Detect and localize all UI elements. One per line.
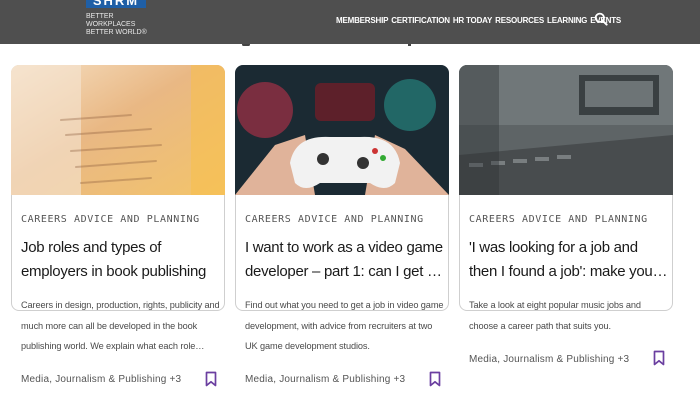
card-category: CAREERS ADVICE AND PLANNING xyxy=(21,214,200,225)
book-pages-photo xyxy=(11,65,225,195)
bookmark-icon[interactable] xyxy=(205,371,217,387)
main-nav: MEMBERSHIP CERTIFICATION HR TODAY RESOUR… xyxy=(336,13,624,27)
shrm-logo[interactable]: SHRM BETTER WORKPLACES BETTER WORLD® xyxy=(86,0,148,36)
card-tags[interactable]: Media, Journalism & Publishing +3 xyxy=(469,354,629,365)
card-tags[interactable]: Media, Journalism & Publishing +3 xyxy=(245,374,405,385)
card-title[interactable]: Job roles and types of employers in book… xyxy=(21,236,221,284)
card-category: CAREERS ADVICE AND PLANNING xyxy=(245,214,424,225)
site-header: SHRM BETTER WORKPLACES BETTER WORLD® MEM… xyxy=(0,0,700,44)
nav-membership[interactable]: MEMBERSHIP xyxy=(336,16,388,25)
search-icon[interactable] xyxy=(594,12,608,26)
music-studio-photo xyxy=(459,65,673,195)
nav-learning[interactable]: LEARNING xyxy=(547,16,587,25)
card-description: Find out what you need to get a job in v… xyxy=(245,300,444,351)
bookmark-icon[interactable] xyxy=(429,371,441,387)
bookmark-icon[interactable] xyxy=(653,350,665,366)
card-title[interactable]: I want to work as a video game developer… xyxy=(245,236,445,284)
nav-certification[interactable]: CERTIFICATION xyxy=(391,16,450,25)
nav-resources[interactable]: RESOURCES xyxy=(495,16,544,25)
card-category: CAREERS ADVICE AND PLANNING xyxy=(469,214,648,225)
logo-tagline: BETTER WORKPLACES BETTER WORLD® xyxy=(86,13,147,36)
card-tags[interactable]: Media, Journalism & Publishing +3 xyxy=(21,374,181,385)
nav-hr-today[interactable]: HR TODAY xyxy=(453,16,493,25)
card-description: Take a look at eight popular music jobs … xyxy=(469,300,641,331)
card-description: Careers in design, production, rights, p… xyxy=(21,300,220,351)
game-controller-photo xyxy=(235,65,449,195)
card-title[interactable]: 'I was looking for a job and then I foun… xyxy=(469,236,669,284)
logo-mark: SHRM xyxy=(86,0,146,8)
